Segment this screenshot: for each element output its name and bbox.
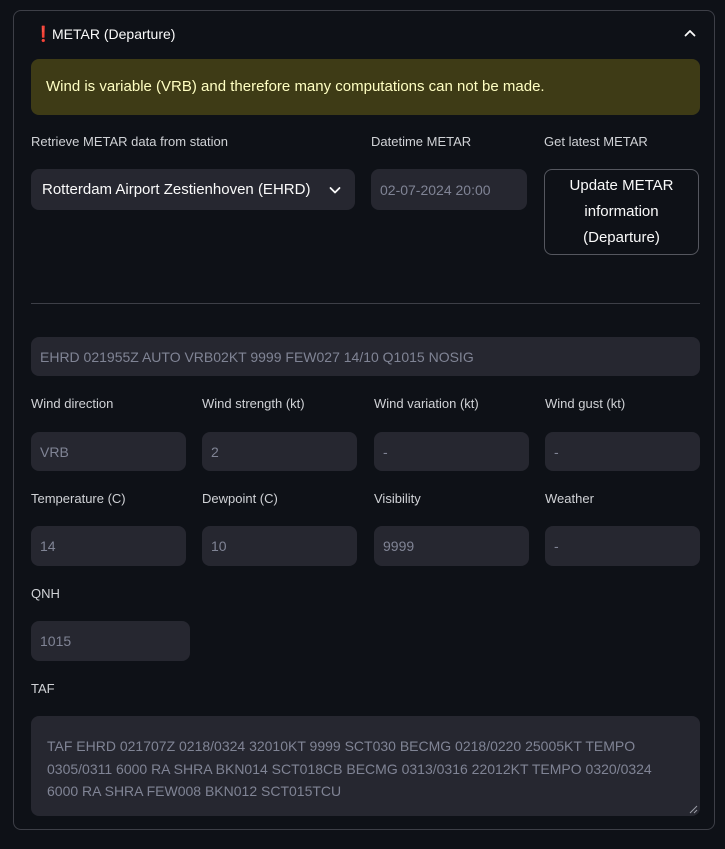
resize-handle-icon[interactable]	[689, 805, 698, 814]
wind-strength-value: 2	[211, 443, 219, 460]
temperature-label: Temperature (C)	[31, 491, 126, 506]
exclamation-icon: ❗	[34, 26, 53, 43]
qnh-value: 1015	[40, 633, 72, 649]
weather-value: -	[554, 538, 559, 554]
latest-label: Get latest METAR	[544, 134, 648, 149]
metar-raw-input[interactable]: EHRD 021955Z AUTO VRB02KT 9999 FEW027 14…	[31, 337, 700, 376]
visibility-value: 9999	[383, 538, 415, 554]
wind-direction-label: Wind direction	[31, 396, 114, 411]
wind-variation-value: -	[383, 443, 388, 460]
qnh-input[interactable]: 1015	[31, 621, 190, 661]
station-select[interactable]: Rotterdam Airport Zestienhoven (EHRD)	[31, 169, 355, 210]
dewpoint-input[interactable]: 10	[202, 526, 357, 566]
wind-strength-input[interactable]: 2	[202, 432, 357, 471]
alert-text: Wind is variable (VRB) and therefore man…	[46, 78, 545, 95]
wind-strength-label: Wind strength (kt)	[202, 396, 305, 411]
station-label: Retrieve METAR data from station	[31, 134, 228, 149]
expander-title: METAR (Departure)	[52, 26, 176, 42]
metar-departure-expander: ❗ METAR (Departure) Wind is variable (VR…	[13, 10, 715, 830]
wind-direction-value: VRB	[40, 443, 69, 460]
dewpoint-label: Dewpoint (C)	[202, 491, 278, 506]
chevron-down-icon	[329, 187, 341, 194]
qnh-label: QNH	[31, 586, 60, 601]
wind-direction-input[interactable]: VRB	[31, 432, 186, 471]
warning-alert: Wind is variable (VRB) and therefore man…	[31, 59, 700, 115]
expander-header[interactable]: ❗ METAR (Departure)	[14, 11, 714, 57]
wind-gust-value: -	[554, 443, 559, 460]
wind-gust-label: Wind gust (kt)	[545, 396, 626, 411]
taf-value: TAF EHRD 021707Z 0218/0324 32010KT 9999 …	[47, 738, 652, 799]
temperature-value: 14	[40, 538, 56, 554]
temperature-input[interactable]: 14	[31, 526, 186, 566]
weather-label: Weather	[545, 491, 594, 506]
chevron-up-icon[interactable]	[682, 25, 698, 41]
wind-variation-label: Wind variation (kt)	[374, 396, 479, 411]
datetime-value: 02-07-2024 20:00	[380, 181, 491, 198]
dewpoint-value: 10	[211, 538, 227, 554]
visibility-input[interactable]: 9999	[374, 526, 529, 566]
weather-input[interactable]: -	[545, 526, 700, 566]
visibility-label: Visibility	[374, 491, 421, 506]
wind-gust-input[interactable]: -	[545, 432, 700, 471]
divider	[31, 303, 700, 304]
metar-raw-value: EHRD 021955Z AUTO VRB02KT 9999 FEW027 14…	[40, 348, 474, 365]
datetime-label: Datetime METAR	[371, 134, 472, 149]
wind-variation-input[interactable]: -	[374, 432, 529, 471]
station-select-value: Rotterdam Airport Zestienhoven (EHRD)	[42, 181, 311, 198]
taf-label: TAF	[31, 681, 55, 696]
update-metar-button[interactable]: Update METAR information (Departure)	[544, 169, 699, 255]
datetime-input[interactable]: 02-07-2024 20:00	[371, 169, 527, 210]
taf-textarea[interactable]: TAF EHRD 021707Z 0218/0324 32010KT 9999 …	[31, 716, 700, 816]
